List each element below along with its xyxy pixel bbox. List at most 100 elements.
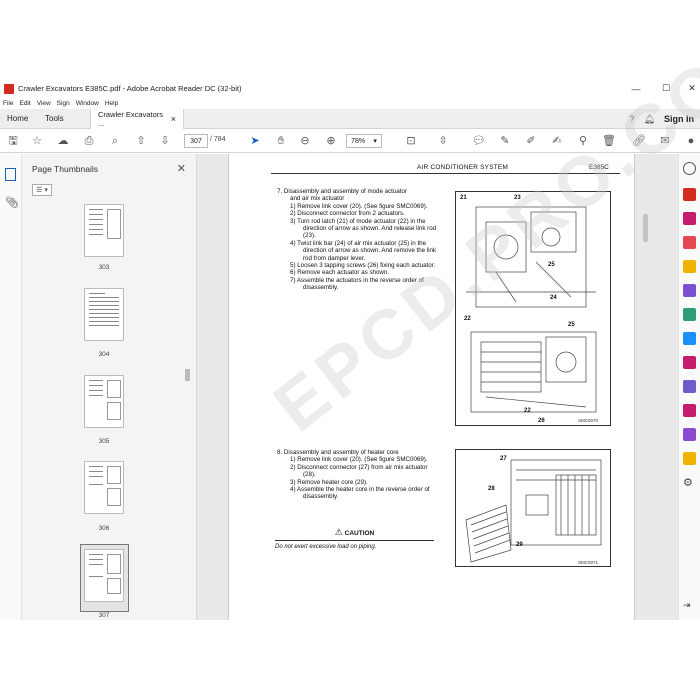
organize-pages-icon[interactable] (683, 308, 696, 321)
scroll-mode-icon[interactable]: ⇳ (436, 134, 450, 148)
minimize-button[interactable]: — (621, 80, 651, 97)
print-icon[interactable]: ⎙ (82, 134, 96, 148)
zoom-select[interactable]: 78% ▾ (346, 134, 382, 148)
thumbnail-page-304[interactable] (84, 288, 124, 341)
step-7-item-2: 2) Disconnect connector from 2 actuators… (290, 210, 405, 218)
stamp-icon[interactable]: ⚲ (576, 134, 590, 148)
fig1-label-24: 24 (550, 295, 557, 301)
thumbnail-label-306: 306 (98, 525, 110, 532)
hand-tool-icon[interactable]: ✋︎ (274, 134, 288, 148)
search-icon[interactable]: ⌕ (108, 134, 122, 148)
step-7-item-7: 7) Assemble the actuators in the reverse… (290, 276, 424, 292)
step-7-item-6: 6) Remove each actuator as shown. (290, 269, 390, 277)
thumbnail-options-button[interactable]: ☰ ▾ (32, 184, 52, 196)
fig1-label-26: 26 (538, 418, 545, 424)
right-tools-rail: ⚙︎ ⇥ (678, 154, 700, 620)
window-titlebar: Crawler Excavators E385C.pdf - Adobe Acr… (0, 80, 700, 97)
comment-icon[interactable]: 💬︎ (472, 134, 486, 148)
thumbnail-scrollbar[interactable] (184, 214, 191, 614)
fill-sign-icon[interactable]: ✍︎ (550, 134, 564, 148)
fit-page-icon[interactable]: ⊡ (404, 134, 418, 148)
link-icon[interactable]: 🔗︎ (632, 134, 646, 148)
draw-icon[interactable]: ✐ (524, 134, 538, 148)
window-title: Crawler Excavators E385C.pdf - Adobe Acr… (18, 84, 242, 93)
bell-icon[interactable]: 🔔︎ (644, 114, 655, 125)
protect-icon[interactable] (683, 380, 696, 393)
user-icon[interactable]: ● (684, 134, 698, 148)
tab-home[interactable]: Home (0, 109, 38, 129)
step-8-item-2: 2) Disconnect connector (27) from air mi… (290, 463, 428, 479)
zoom-value: 78% (351, 137, 366, 145)
attachment-icon[interactable]: 📎︎ (5, 196, 19, 209)
menu-edit[interactable]: Edit (19, 100, 30, 107)
thumbnail-label-303: 303 (98, 264, 110, 271)
fig2-label-27: 27 (500, 456, 507, 462)
save-icon[interactable]: 🖫 (6, 134, 20, 148)
bookmark-star-icon[interactable]: ☆ (30, 134, 44, 148)
fig2-code: SMC0071 (578, 560, 599, 565)
help-icon[interactable]: ? (630, 114, 635, 124)
page-thumbnails-icon[interactable] (5, 168, 16, 181)
scan-ocr-icon[interactable] (683, 332, 696, 345)
left-nav-strip: 📎︎ ◂ (0, 154, 195, 620)
page-total: / 784 (210, 136, 226, 143)
page-number-input[interactable]: 307 (184, 134, 208, 148)
email-icon[interactable]: ✉ (658, 134, 672, 148)
comment-tool-icon[interactable] (683, 260, 696, 273)
document-scroll-thumb[interactable] (643, 214, 648, 242)
close-panel-icon[interactable]: ✕ (177, 162, 186, 175)
sign-in-button[interactable]: Sign In (664, 114, 694, 124)
thumbnail-page-307[interactable] (84, 549, 124, 602)
panel-title: Page Thumbnails (32, 164, 98, 174)
upload-cloud-icon[interactable]: ☁ (56, 134, 70, 148)
figure-smc0071: 27 28 29 SMC0071 (455, 449, 611, 567)
menu-file[interactable]: File (3, 100, 13, 107)
fig1-label-25b: 25 (568, 322, 575, 328)
tab-close-icon[interactable]: × (171, 114, 176, 124)
edit-pdf-icon[interactable] (683, 212, 696, 225)
zoom-in-icon[interactable]: ⊕ (324, 134, 338, 148)
previous-page-icon[interactable]: ⇧ (134, 134, 148, 148)
compress-pdf-icon[interactable] (683, 404, 696, 417)
step-8-item-4: 4) Assemble the heater core in the rever… (290, 486, 430, 501)
combine-files-icon[interactable] (683, 284, 696, 297)
fig1-label-25a: 25 (548, 262, 555, 268)
export-pdf-icon[interactable] (683, 236, 696, 249)
thumbnail-page-305[interactable] (84, 375, 124, 428)
step-8-item-1: 1) Remove link cover (20). (See figure S… (290, 456, 428, 464)
pdf-page: AIR CONDITIONER SYSTEM E385C 7. Disassem… (228, 3, 700, 620)
step-7-item-5: 5) Loosen 3 tapping screws (26) fixing e… (290, 262, 436, 270)
delete-icon[interactable]: 🗑︎ (602, 134, 616, 148)
step-8-item-3: 3) Remove heater core (29). (290, 478, 368, 486)
zoom-tool-icon[interactable] (683, 162, 696, 175)
menu-help[interactable]: Help (105, 100, 118, 107)
send-for-signature-icon[interactable] (683, 428, 696, 441)
thumbnail-label-305: 305 (98, 438, 110, 445)
document-scrollbar[interactable] (639, 154, 653, 620)
thumbnail-scroll-thumb[interactable] (185, 369, 190, 381)
step-8-title: 8. Disassembly and assembly of heater co… (277, 449, 399, 456)
close-window-button[interactable]: ✕ (677, 80, 700, 97)
menu-view[interactable]: View (37, 100, 51, 107)
thumbnail-panel: Page Thumbnails ✕ ☰ ▾ 303 304 305 306 30 (22, 154, 197, 620)
tab-document[interactable]: Crawler Excavators ... × (90, 108, 184, 130)
zoom-out-icon[interactable]: ⊖ (298, 134, 312, 148)
menu-window[interactable]: Window (76, 100, 99, 107)
prepare-form-icon[interactable] (683, 452, 696, 465)
thumbnail-page-306[interactable] (84, 461, 124, 514)
more-tools-icon[interactable]: ⚙︎ (683, 476, 696, 489)
fill-sign-tool-icon[interactable] (683, 356, 696, 369)
header-rule (271, 173, 620, 174)
select-cursor-icon[interactable]: ➤ (248, 134, 262, 148)
step-7-item-1: 1) Remove link cover (20). (See figure S… (290, 202, 428, 210)
caution-box: ⚠ CAUTION Do not exert excessive load on… (275, 527, 434, 550)
thumbnail-label-304: 304 (98, 351, 110, 358)
expand-rail-icon[interactable]: ⇥ (683, 600, 696, 613)
step-8-text: 8. Disassembly and assembly of heater co… (277, 449, 437, 501)
next-page-icon[interactable]: ⇩ (158, 134, 172, 148)
menu-sign[interactable]: Sign (57, 100, 70, 107)
thumbnail-page-303[interactable] (84, 204, 124, 257)
create-pdf-icon[interactable] (683, 188, 696, 201)
highlight-pen-icon[interactable]: ✎ (498, 134, 512, 148)
tab-tools[interactable]: Tools (38, 109, 90, 129)
